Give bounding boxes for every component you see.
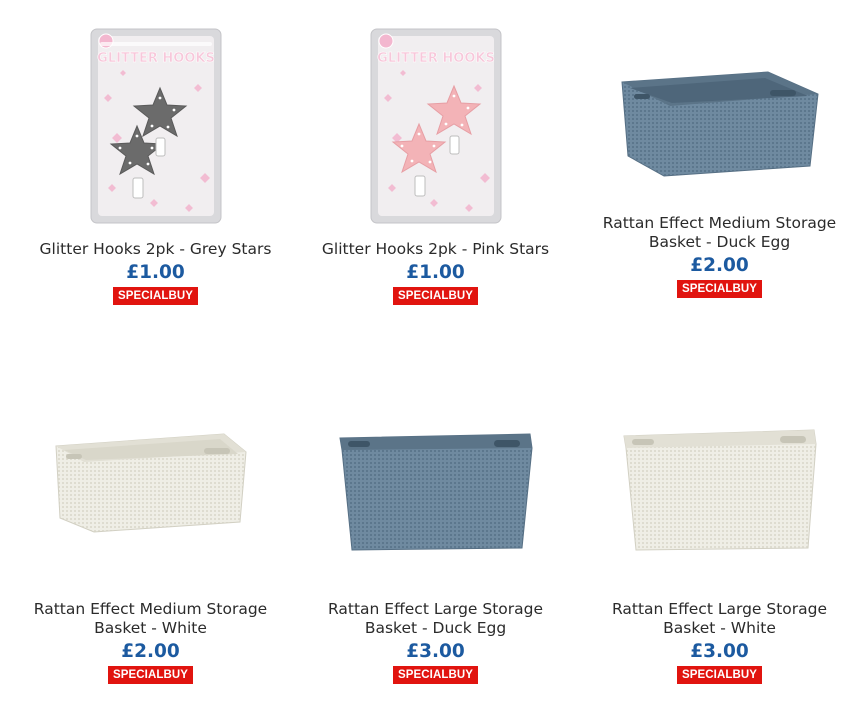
product-title[interactable]: Rattan Effect Large Storage Basket - Duck… xyxy=(306,600,566,638)
product-card-basket-medium-duck-egg[interactable]: Rattan Effect Medium Storage Basket - Duc… xyxy=(577,70,862,298)
product-price: £2.00 xyxy=(690,255,749,276)
specialbuy-badge: SPECIALBUY xyxy=(676,666,763,684)
product-image-glitter-hooks-grey[interactable]: GLITTER HOOKS xyxy=(90,28,222,224)
product-title[interactable]: Rattan Effect Large Storage Basket - Whit… xyxy=(590,600,850,638)
product-image-basket-large-duck-egg[interactable] xyxy=(338,430,534,554)
product-price: £3.00 xyxy=(406,641,465,662)
product-card-glitter-hooks-grey[interactable]: GLITTER HOOKS Glitter Hooks 2pk - Grey S… xyxy=(13,28,298,305)
specialbuy-badge: SPECIALBUY xyxy=(112,287,199,305)
specialbuy-badge: SPECIALBUY xyxy=(392,287,479,305)
package-brand-text: GLITTER HOOKS xyxy=(377,51,495,66)
product-title[interactable]: Rattan Effect Medium Storage Basket - Duc… xyxy=(590,214,850,252)
product-card-basket-medium-white[interactable]: Rattan Effect Medium Storage Basket - Whi… xyxy=(8,430,293,684)
product-price: £2.00 xyxy=(121,641,180,662)
product-image-glitter-hooks-pink[interactable]: GLITTER HOOKS xyxy=(370,28,502,224)
product-title[interactable]: Glitter Hooks 2pk - Pink Stars xyxy=(306,240,566,259)
specialbuy-badge: SPECIALBUY xyxy=(392,666,479,684)
specialbuy-badge: SPECIALBUY xyxy=(676,280,763,298)
product-image-basket-large-white[interactable] xyxy=(622,426,818,554)
specialbuy-badge: SPECIALBUY xyxy=(107,666,194,684)
product-title[interactable]: Glitter Hooks 2pk - Grey Stars xyxy=(26,240,286,259)
product-card-glitter-hooks-pink[interactable]: GLITTER HOOKS Glitter Hooks 2pk - Pink S… xyxy=(293,28,578,305)
product-image-basket-medium-white[interactable] xyxy=(54,430,248,534)
product-price: £1.00 xyxy=(126,262,185,283)
package-brand-text: GLITTER HOOKS xyxy=(97,51,215,66)
product-price: £3.00 xyxy=(690,641,749,662)
product-image-basket-medium-duck-egg[interactable] xyxy=(620,70,820,178)
product-card-basket-large-duck-egg[interactable]: Rattan Effect Large Storage Basket - Duck… xyxy=(293,430,578,684)
product-card-basket-large-white[interactable]: Rattan Effect Large Storage Basket - Whit… xyxy=(577,426,862,684)
product-price: £1.00 xyxy=(406,262,465,283)
product-grid: GLITTER HOOKS Glitter Hooks 2pk - Grey S… xyxy=(0,0,867,724)
product-title[interactable]: Rattan Effect Medium Storage Basket - Whi… xyxy=(21,600,281,638)
